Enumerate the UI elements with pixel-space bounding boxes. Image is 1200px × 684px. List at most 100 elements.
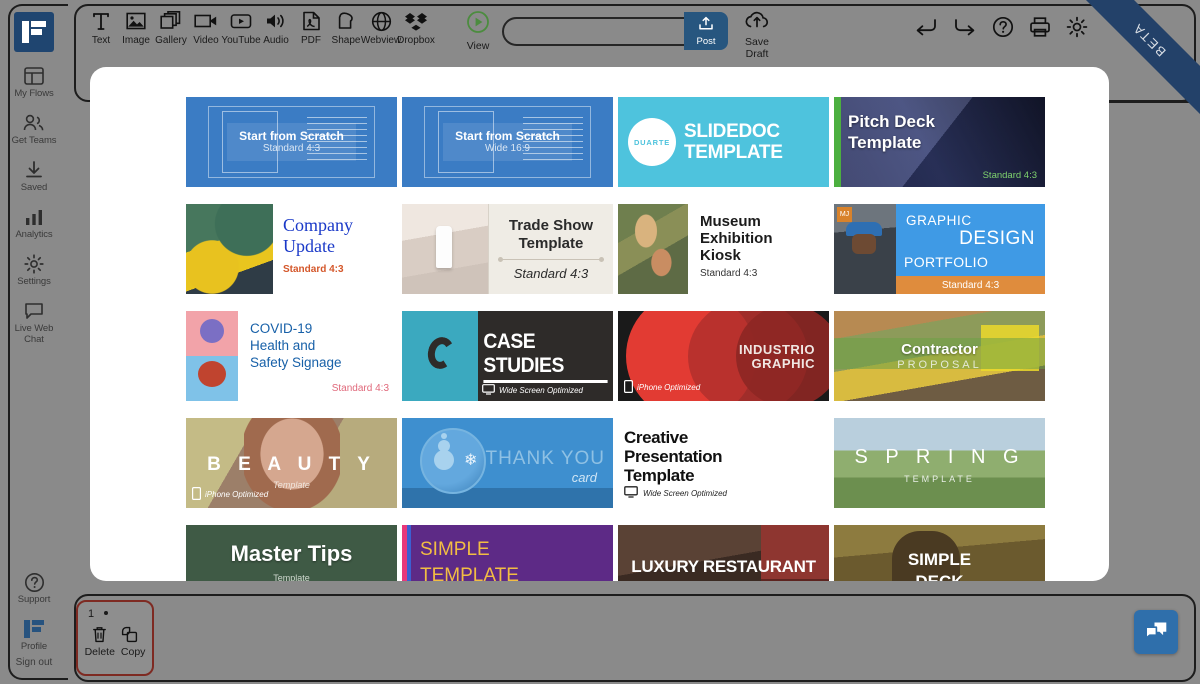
- slide-action-labels: Delete Copy: [78, 646, 152, 658]
- logo-panel: [402, 311, 478, 401]
- template-card-covid-19-signage[interactable]: COVID-19 Health and Safety Signage Stand…: [186, 311, 397, 401]
- save-draft-button[interactable]: Save Draft: [744, 9, 770, 60]
- insert-tools-group: Text Image Gallery Video YouTube Audio P…: [68, 0, 435, 46]
- gear-icon: [24, 253, 44, 275]
- template-title: THANK YOU: [485, 448, 605, 469]
- s-logo-icon: [424, 334, 458, 372]
- sidebar-item-label: Live Web Chat: [14, 323, 54, 345]
- format-badge: Wide Screen Optimized: [624, 486, 727, 500]
- tool-gallery[interactable]: Gallery: [154, 8, 188, 46]
- sidebar-item-saved[interactable]: Saved: [5, 159, 63, 193]
- template-card-case-studies[interactable]: CASE STUDIES Wide Screen Optimized: [402, 311, 613, 401]
- template-card-trade-show[interactable]: Trade Show Template Standard 4:3: [402, 204, 613, 294]
- sidebar-item-live-web-chat[interactable]: Live Web Chat: [5, 300, 63, 345]
- gear-icon[interactable]: [1066, 16, 1088, 38]
- template-card-graphic-design-portfolio[interactable]: MJ GRAPHIC DESIGN PORTFOLIO Standard 4:3: [834, 204, 1045, 294]
- template-title: B E A U T Y: [207, 454, 376, 475]
- audio-icon: [265, 8, 287, 34]
- sidebar-item-analytics[interactable]: Analytics: [5, 206, 63, 240]
- template-card-start-scratch-169[interactable]: Start from Scratch Wide 16:9: [402, 97, 613, 187]
- person-shape: [200, 319, 224, 343]
- chat-fab-button[interactable]: [1134, 610, 1178, 654]
- delete-label[interactable]: Delete: [85, 646, 115, 658]
- post-button-label: Post: [696, 35, 716, 47]
- template-card-body: Museum Exhibition Kiosk Standard 4:3: [688, 204, 829, 294]
- help-icon[interactable]: [992, 16, 1014, 38]
- photo-thumbnail: [186, 204, 273, 294]
- monitor-icon: [482, 384, 495, 397]
- flowvella-logo[interactable]: [14, 12, 54, 52]
- template-subtitle: Standard 4:3: [513, 266, 589, 281]
- accent-stripe: [834, 97, 841, 187]
- template-card-pitch-deck[interactable]: Pitch Deck Template Standard 4:3: [834, 97, 1045, 187]
- template-card-start-scratch-43[interactable]: Start from Scratch Standard 4:3: [186, 97, 397, 187]
- cloud-upload-icon: [744, 9, 770, 36]
- template-title: CASE STUDIES: [483, 330, 608, 383]
- template-card-body: Start from Scratch Standard 4:3: [227, 123, 356, 161]
- tool-text[interactable]: Text: [84, 8, 118, 46]
- template-title-3: Safety Signage: [250, 355, 342, 370]
- template-card-master-tips[interactable]: Master Tips Template: [186, 525, 397, 581]
- print-icon[interactable]: [1029, 16, 1051, 38]
- snowflake-icon: ❄: [464, 452, 478, 469]
- copy-label[interactable]: Copy: [121, 646, 146, 658]
- template-card-simple-deck[interactable]: SIMPLE DECK: [834, 525, 1045, 581]
- slide-thumbnail-panel[interactable]: 1 Delete Copy: [76, 600, 154, 676]
- template-card-beauty[interactable]: B E A U T Y Template iPhone Optimized: [186, 418, 397, 508]
- tool-label: Dropbox: [397, 35, 435, 46]
- template-card-contractor-proposal[interactable]: Contractor PROPOSAL: [834, 311, 1045, 401]
- template-subtitle: Standard 4:3: [982, 170, 1037, 181]
- tool-audio[interactable]: Audio: [259, 8, 293, 46]
- tool-video[interactable]: Video: [189, 8, 223, 46]
- sidebar-item-settings[interactable]: Settings: [5, 253, 63, 287]
- template-title: GRAPHIC: [906, 213, 972, 228]
- sidebar-item-my-flows[interactable]: My Flows: [5, 65, 63, 99]
- template-card-body: Company Update Standard 4:3: [273, 204, 397, 294]
- template-card-creative-presentation[interactable]: Creative Presentation Template Wide Scre…: [618, 418, 829, 508]
- template-title: S P R I N G: [854, 446, 1025, 468]
- trash-icon[interactable]: [92, 626, 107, 648]
- template-title: Start from Scratch: [455, 129, 560, 143]
- template-title-2: Presentation: [624, 447, 723, 466]
- template-card-body: Start from Scratch Wide 16:9: [443, 123, 572, 161]
- tool-shape[interactable]: Shape: [329, 8, 363, 46]
- template-card-thank-you-card[interactable]: ❄ THANK YOU card: [402, 418, 613, 508]
- template-card-museum-exhibition-kiosk[interactable]: Museum Exhibition Kiosk Standard 4:3: [618, 204, 829, 294]
- template-card-slidedoc[interactable]: DUARTE SLIDEDOC TEMPLATE: [618, 97, 829, 187]
- undo-icon[interactable]: [914, 17, 938, 37]
- template-title-2: Exhibition: [700, 230, 773, 247]
- template-title: Museum: [700, 213, 761, 230]
- view-label: View: [466, 40, 490, 52]
- tool-dropbox[interactable]: Dropbox: [397, 8, 435, 46]
- copy-icon[interactable]: [121, 626, 138, 648]
- view-button[interactable]: View: [466, 0, 490, 52]
- template-subtitle: Template: [273, 573, 310, 581]
- template-title: Company: [283, 215, 353, 235]
- sidebar-item-label: Get Teams: [11, 135, 57, 146]
- template-card-simple-template[interactable]: SIMPLE TEMPLATE: [402, 525, 613, 581]
- shape-icon: [336, 8, 356, 34]
- template-card-luxury-restaurant[interactable]: LUXURY RESTAURANT: [618, 525, 829, 581]
- sidebar-item-profile[interactable]: Profile: [5, 618, 63, 652]
- sidebar-item-support[interactable]: Support: [5, 571, 63, 605]
- tool-webview[interactable]: Webview: [361, 8, 401, 46]
- tool-pdf[interactable]: PDF: [294, 8, 328, 46]
- sign-out-link[interactable]: Sign out: [16, 657, 53, 668]
- sidebar-item-get-teams[interactable]: Get Teams: [5, 112, 63, 146]
- save-draft-label-1: Save: [745, 36, 769, 48]
- post-input[interactable]: [502, 16, 702, 46]
- upload-icon: [698, 16, 714, 36]
- tool-image[interactable]: Image: [119, 8, 153, 46]
- template-title-2: DESIGN: [959, 228, 1035, 249]
- image-icon: [126, 8, 146, 34]
- template-card-company-update[interactable]: Company Update Standard 4:3: [186, 204, 397, 294]
- post-button[interactable]: Post: [684, 12, 728, 50]
- template-card-industrio-graphic[interactable]: INDUSTRIO GRAPHIC iPhone Optimized: [618, 311, 829, 401]
- tool-youtube[interactable]: YouTube: [221, 8, 261, 46]
- template-title-2: PROPOSAL: [897, 359, 982, 371]
- template-subtitle: Standard 4:3: [700, 268, 758, 279]
- template-card-spring-template[interactable]: S P R I N G TEMPLATE: [834, 418, 1045, 508]
- redo-icon[interactable]: [953, 17, 977, 37]
- template-title-2: Template: [848, 133, 922, 152]
- download-icon: [24, 159, 44, 181]
